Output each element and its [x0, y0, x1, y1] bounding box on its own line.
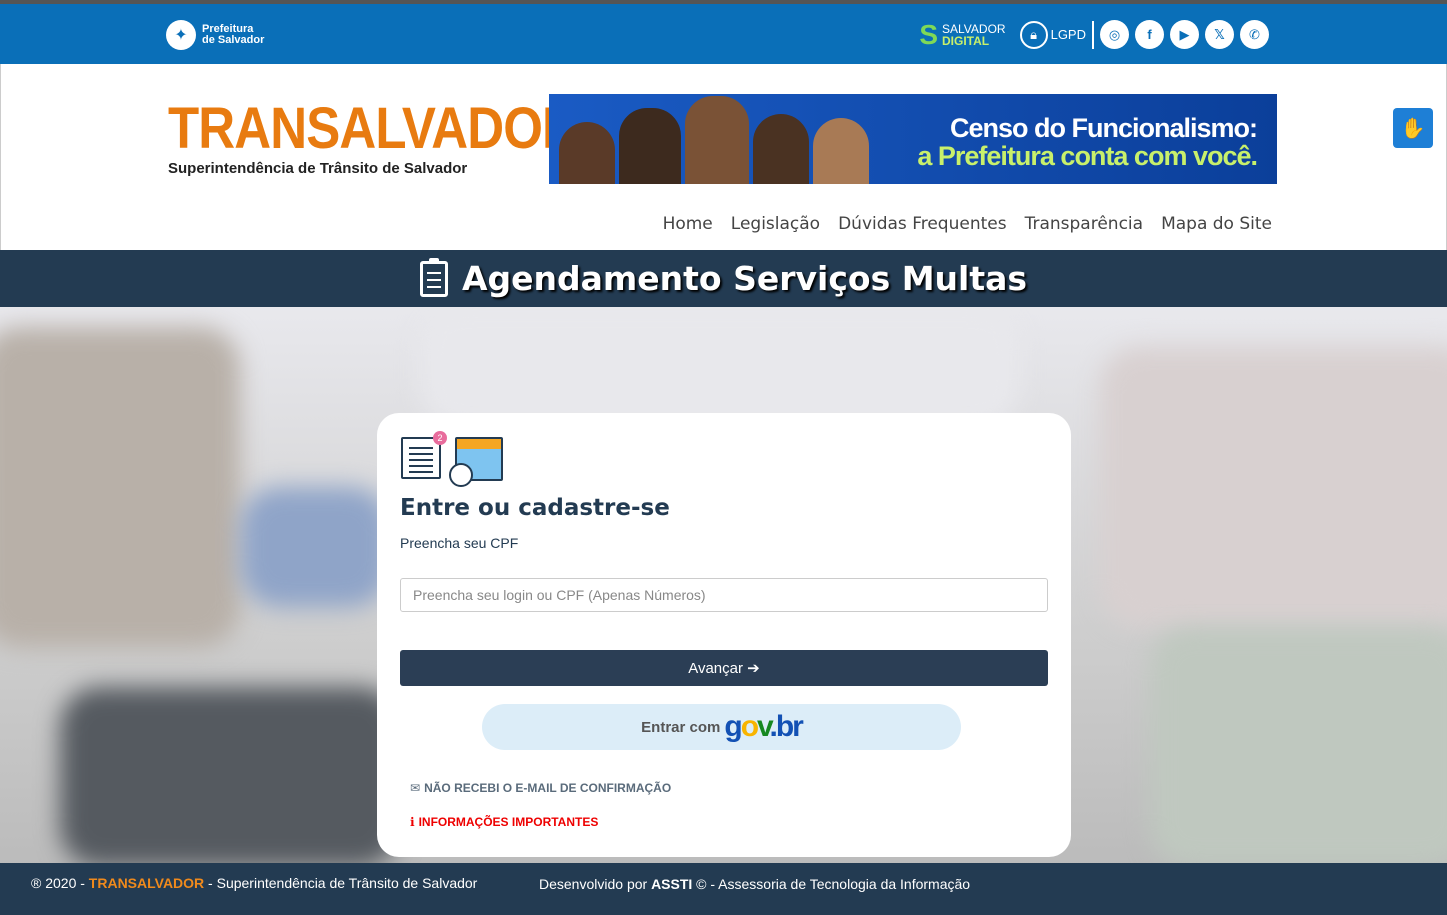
prefeitura-logo[interactable]: ✦ Prefeitura de Salvador	[166, 20, 264, 50]
lgpd-label: LGPD	[1050, 27, 1086, 42]
cpf-input[interactable]	[400, 578, 1048, 612]
resend-email-link[interactable]: ✉ NÃO RECEBI O E-MAIL DE CONFIRMAÇÃO	[410, 781, 671, 795]
calendar-clock-icon	[449, 437, 503, 487]
prefeitura-emblem-icon: ✦	[166, 20, 196, 50]
envelope-icon: ✉	[410, 781, 421, 795]
advance-button[interactable]: Avançar ➔	[400, 650, 1048, 686]
facebook-icon[interactable]: f	[1135, 20, 1164, 49]
nav-mapa-do-site[interactable]: Mapa do Site	[1161, 214, 1272, 234]
site-header: TRANSALVADOR Superintendência de Trânsit…	[0, 64, 1447, 250]
notification-badge: 2	[433, 431, 447, 445]
arrow-right-icon: ➔	[747, 660, 760, 677]
sign-language-icon[interactable]: ✋	[1393, 108, 1433, 148]
banner-line1: Censo do Funcionalismo:	[949, 113, 1258, 143]
nav-home[interactable]: Home	[663, 214, 713, 234]
nav-duvidas-frequentes[interactable]: Dúvidas Frequentes	[838, 214, 1007, 234]
censo-banner[interactable]: Censo do Funcionalismo: a Prefeitura con…	[549, 94, 1277, 184]
lock-icon: 🔒︎	[1019, 20, 1048, 49]
clock-icon	[449, 463, 473, 487]
checklist-icon: 2	[401, 431, 447, 479]
login-title: Entre ou cadastre-se	[400, 495, 670, 521]
govbr-logo: gov.br	[724, 710, 803, 743]
nav-transparencia[interactable]: Transparência	[1025, 214, 1143, 234]
top-bar: ✦ Prefeitura de Salvador S SALVADOR DIGI…	[0, 0, 1447, 64]
youtube-icon[interactable]: ▶	[1170, 20, 1199, 49]
prefeitura-line2: de Salvador	[202, 34, 265, 46]
clipboard-icon	[419, 257, 448, 297]
main-nav: Home Legislação Dúvidas Frequentes Trans…	[663, 214, 1272, 234]
important-info-link[interactable]: ℹ INFORMAÇÕES IMPORTANTES	[410, 815, 598, 829]
advance-button-label: Avançar	[688, 660, 743, 677]
banner-people-image	[559, 96, 869, 184]
salvador-digital-line2: DIGITAL	[942, 33, 990, 48]
banner-line2: a Prefeitura conta com você.	[917, 141, 1258, 171]
x-twitter-icon[interactable]: 𝕏	[1205, 20, 1234, 49]
nav-legislacao[interactable]: Legislação	[731, 214, 820, 234]
govbr-login-button[interactable]: Entrar com gov.br	[482, 704, 961, 750]
footer-brand: TRANSALVADOR	[88, 875, 205, 891]
resend-email-label: NÃO RECEBI O E-MAIL DE CONFIRMAÇÃO	[424, 781, 672, 795]
top-right-links: S SALVADOR DIGITAL 🔒︎ LGPD ◎ f ▶ 𝕏 ✆	[919, 20, 1269, 49]
instagram-icon[interactable]: ◎	[1100, 20, 1129, 49]
footer-assti: ASSTI	[651, 876, 693, 892]
login-card: 2 Entre ou cadastre-se Preencha seu CPF …	[377, 413, 1071, 857]
important-info-label: INFORMAÇÕES IMPORTANTES	[418, 815, 599, 829]
footer-copyright: ® 2020 - TRANSALVADOR - Superintendência…	[31, 875, 478, 891]
govbr-prefix: Entrar com	[641, 718, 721, 736]
footer-credits: Desenvolvido por ASSTI © - Assessoria de…	[539, 876, 971, 892]
page-title: Agendamento Serviços Multas	[461, 259, 1028, 298]
salvador-digital-line1: SALVADOR	[942, 21, 1006, 36]
lgpd-link[interactable]: 🔒︎ LGPD	[1019, 20, 1094, 49]
page-title-band: Agendamento Serviços Multas	[0, 250, 1447, 307]
footer: ® 2020 - TRANSALVADOR - Superintendência…	[0, 863, 1447, 915]
whatsapp-icon[interactable]: ✆	[1240, 20, 1269, 49]
salvador-digital-link[interactable]: S SALVADOR DIGITAL	[919, 18, 1006, 50]
login-subtitle: Preencha seu CPF	[400, 535, 519, 551]
info-icon: ℹ	[410, 815, 415, 829]
brand-title: TRANSALVADOR	[168, 96, 579, 161]
salvador-digital-icon: S	[919, 18, 939, 50]
